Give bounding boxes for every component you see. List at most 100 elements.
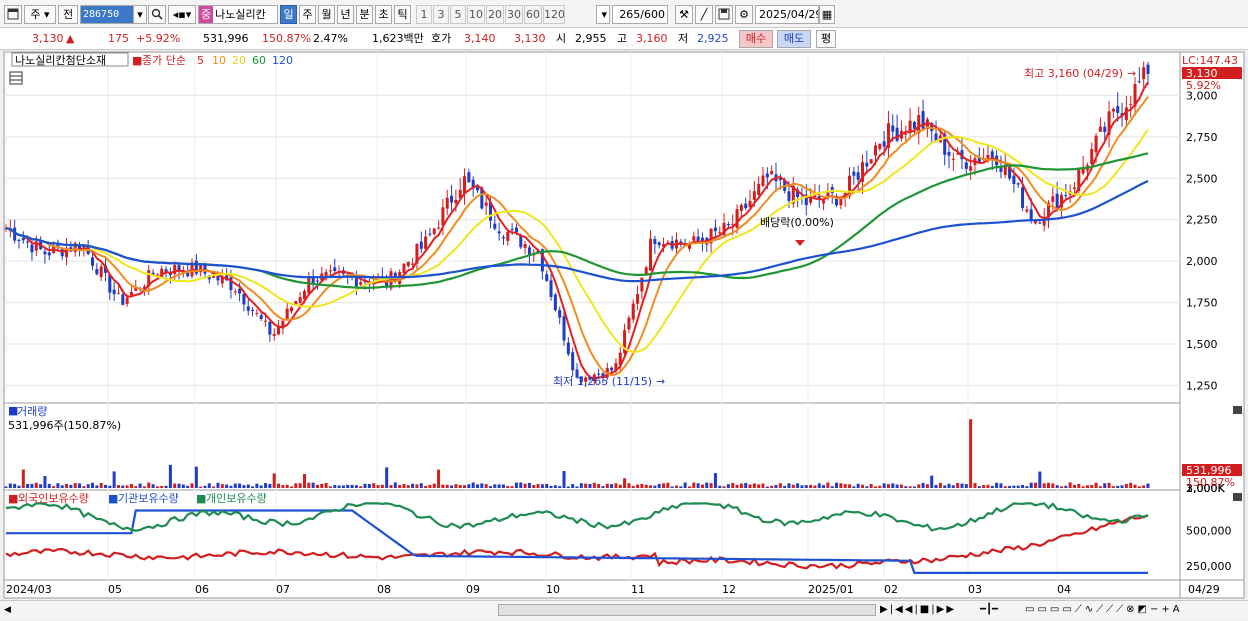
volume-bar	[1142, 485, 1146, 488]
window-icon[interactable]	[4, 5, 22, 24]
period-tab-2[interactable]: 월	[318, 5, 335, 24]
eval-button[interactable]: 평	[816, 30, 836, 48]
candle-body	[285, 308, 289, 319]
volume-bar	[973, 483, 977, 488]
scroll-thumb[interactable]	[498, 604, 876, 616]
interval-tab-120[interactable]: 120	[543, 5, 565, 24]
interval-tab-3[interactable]: 3	[433, 5, 449, 24]
table-icon[interactable]	[9, 71, 23, 85]
zoom-slider-icon[interactable]: ━┃━	[980, 603, 1020, 617]
volume-bar	[597, 484, 601, 488]
volume-bar	[186, 485, 190, 488]
candle-body	[454, 199, 458, 204]
stock-chart[interactable]: 3,0002,7502,5002,2502,0001,7501,5001,250…	[0, 50, 1248, 621]
volume-bar	[17, 485, 21, 488]
candle-body	[411, 263, 415, 265]
candle-body	[419, 241, 423, 249]
candle-body	[493, 223, 497, 229]
holding-panel-close-icon[interactable]	[1233, 493, 1242, 501]
candle-body	[246, 306, 250, 311]
price-tick-2: 2,500	[1186, 172, 1218, 185]
interval-tab-1[interactable]: 1	[416, 5, 432, 24]
candle-body	[856, 172, 860, 180]
candle-body	[610, 367, 614, 371]
volume-bar	[938, 482, 942, 488]
tool-grid-icon[interactable]: ⚒	[675, 5, 693, 24]
holding-legend-marker: ■	[8, 492, 18, 505]
candle-body	[934, 133, 938, 141]
volume: 531,996	[203, 32, 249, 45]
low-price: 2,925	[697, 32, 729, 45]
speaker-icon[interactable]: ◂▪▾	[168, 5, 196, 24]
count-dropdown-icon[interactable]: ▾	[596, 5, 610, 24]
sell-button[interactable]: 매도	[777, 30, 811, 48]
volume-bar	[666, 482, 670, 488]
interval-tab-30[interactable]: 30	[505, 5, 523, 24]
candle-body	[99, 266, 103, 277]
playback-controls-icon[interactable]: ▶|◀◀|■|▶▶	[880, 603, 978, 617]
volume-bar	[1116, 485, 1120, 488]
volume-bar	[519, 482, 523, 488]
volume-bar	[636, 484, 640, 488]
period-tab-3[interactable]: 년	[337, 5, 354, 24]
price-panel	[3, 51, 1181, 404]
calendar-icon[interactable]: ▦	[819, 5, 835, 24]
volume-bar	[752, 483, 756, 488]
volume-bar	[588, 483, 592, 488]
prev-button[interactable]: 전	[58, 5, 78, 24]
buy-button[interactable]: 매수	[739, 30, 773, 48]
chart-area: 3,000 2,750 2,500 2,250 2,000 1,750 1,500 1,250…	[0, 50, 1248, 621]
candle-body	[328, 270, 332, 272]
volume-bar	[679, 486, 683, 488]
volume-bar	[238, 483, 242, 488]
interval-tab-10[interactable]: 10	[467, 5, 485, 24]
candle-body	[514, 227, 518, 233]
candle-body	[467, 172, 471, 183]
candle-body	[450, 195, 454, 203]
x-label-8: 12	[722, 583, 736, 596]
volume-bar	[731, 482, 735, 488]
draw-line-icon[interactable]: ╱	[695, 5, 713, 24]
volume-bar	[1064, 485, 1068, 488]
code-dropdown-icon[interactable]: ▾	[133, 5, 147, 24]
scroll-left-icon[interactable]: ◀	[4, 603, 16, 617]
volume-bar	[787, 483, 791, 488]
turnover: 2.47%	[313, 32, 348, 45]
date-field[interactable]: 2025/04/29	[755, 5, 819, 24]
candle-body	[359, 282, 363, 285]
gear-icon[interactable]: ⚙	[735, 5, 753, 24]
volume-bar	[181, 484, 185, 488]
period-tab-0[interactable]: 일	[280, 5, 297, 24]
volume-bar	[501, 484, 505, 488]
volume-bar	[1077, 483, 1081, 488]
interval-tab-60[interactable]: 60	[524, 5, 542, 24]
candle-body	[21, 237, 25, 241]
interval-tab-20[interactable]: 20	[486, 5, 504, 24]
period-main-select[interactable]: 주 ▾	[24, 5, 56, 24]
period-tab-5[interactable]: 초	[375, 5, 392, 24]
volume-bar	[475, 484, 480, 488]
candle-body	[259, 315, 263, 320]
stock-name-field[interactable]: 중 나노실리칸	[198, 5, 278, 24]
count-field[interactable]: 265/600	[612, 5, 668, 24]
stock-code-input[interactable]: 286750	[80, 5, 135, 24]
volume-bar	[112, 471, 116, 488]
search-icon[interactable]	[148, 5, 166, 24]
volume-bar	[194, 466, 198, 488]
interval-tab-5[interactable]: 5	[450, 5, 466, 24]
volume-bar	[380, 484, 384, 488]
period-tab-6[interactable]: 틱	[394, 5, 411, 24]
candle-body	[744, 203, 748, 209]
drawing-tools-icon[interactable]: ▭▭▭▭⟋∿⟋⟋⟋⊗◩−+A	[1025, 603, 1240, 617]
period-tab-4[interactable]: 분	[356, 5, 373, 24]
save-icon[interactable]	[715, 5, 733, 24]
holding-legend-0: 외국인보유수량	[18, 492, 89, 505]
period-tab-1[interactable]: 주	[299, 5, 316, 24]
volume-bar	[1034, 482, 1038, 488]
volume-bar	[190, 483, 194, 488]
volume-bar	[662, 483, 666, 488]
volume-bar	[372, 483, 376, 488]
volume-bar	[700, 484, 704, 488]
volume-panel-close-icon[interactable]	[1233, 406, 1242, 414]
volume-bar	[108, 485, 112, 488]
